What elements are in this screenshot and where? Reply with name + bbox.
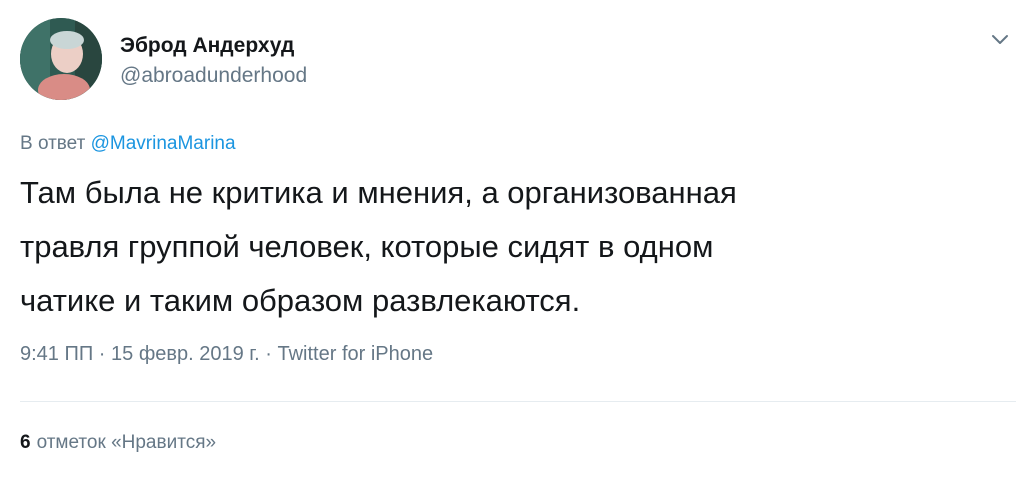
reply-prefix: В ответ	[20, 133, 86, 154]
avatar-image	[20, 18, 102, 100]
meta-separator: ·	[93, 343, 112, 365]
avatar[interactable]	[20, 18, 102, 100]
reply-mention-link[interactable]: @MavrinaMarina	[91, 133, 236, 154]
tweet-text: Там была не критика и мнения, а организо…	[20, 166, 1000, 328]
tweet-metadata: 9:41 ПП · 15 февр. 2019 г. · Twitter for…	[20, 343, 433, 366]
display-name[interactable]: Эброд Андерхуд	[120, 34, 294, 58]
likes-count: 6	[20, 432, 31, 453]
tweet-card: Эброд Андерхуд @abroadunderhood В ответ …	[0, 0, 1024, 481]
likes-link[interactable]: 6 отметок «Нравится»	[20, 432, 216, 454]
reply-context: В ответ @MavrinaMarina	[20, 133, 236, 155]
tweet-date-link[interactable]: 15 февр. 2019 г.	[111, 343, 260, 365]
tweet-text-line: травля группой человек, которые сидят в …	[20, 229, 714, 264]
tweet-source-link[interactable]: Twitter for iPhone	[278, 343, 434, 365]
tweet-time-link[interactable]: 9:41 ПП	[20, 343, 93, 365]
meta-separator: ·	[259, 343, 278, 365]
user-handle[interactable]: @abroadunderhood	[120, 64, 307, 88]
tweet-text-line: чатике и таким образом развлекаются.	[20, 283, 581, 318]
tweet-text-line: Там была не критика и мнения, а организо…	[20, 175, 737, 210]
divider	[20, 401, 1016, 402]
likes-label: отметок «Нравится»	[36, 432, 217, 453]
chevron-down-icon[interactable]	[988, 30, 1012, 50]
